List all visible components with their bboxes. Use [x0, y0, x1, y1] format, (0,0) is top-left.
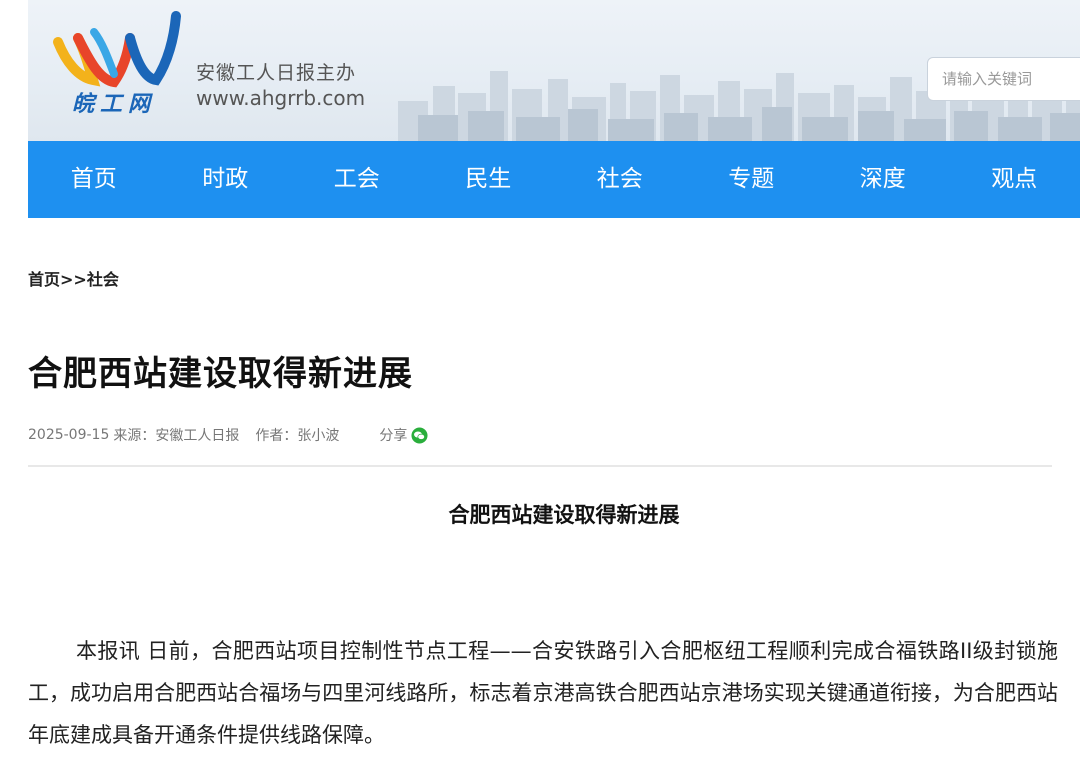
breadcrumb-home-link[interactable]: 首页 — [28, 270, 60, 289]
publish-date: 2025-09-15 — [28, 427, 110, 443]
main-nav: 首页 时政 工会 民生 社会 专题 深度 观点 — [28, 141, 1080, 218]
article-source: 来源：安徽工人日报 — [113, 428, 240, 444]
breadcrumb: 首页>>社会 — [28, 266, 119, 290]
nav-item-topics[interactable]: 专题 — [686, 141, 818, 218]
share-button[interactable]: 分享 — [379, 425, 428, 445]
nav-item-union[interactable]: 工会 — [291, 141, 423, 218]
search-input[interactable] — [927, 57, 1080, 101]
logo-wordmark: 皖工网 — [72, 91, 157, 117]
header-banner: 皖工网 安徽工人日报主办 www.ahgrrb.com — [28, 0, 1080, 141]
article-subtitle: 合肥西站建设取得新进展 — [448, 503, 680, 527]
article-meta: 2025-09-15 来源：安徽工人日报 作者：张小波 分享 — [28, 425, 428, 445]
article-title: 合肥西站建设取得新进展 — [28, 354, 413, 394]
page: 皖工网 安徽工人日报主办 www.ahgrrb.com 首页 时政 工会 民生 … — [0, 0, 1080, 784]
share-label: 分享 — [379, 428, 408, 444]
nav-item-politics[interactable]: 时政 — [160, 141, 292, 218]
nav-item-depth[interactable]: 深度 — [817, 141, 949, 218]
nav-item-opinion[interactable]: 观点 — [949, 141, 1080, 218]
breadcrumb-separator: >> — [60, 270, 87, 289]
sponsor-text: 安徽工人日报主办 — [196, 62, 357, 84]
article-paragraph: 本报讯 日前，合肥西站项目控制性节点工程——合安铁路引入合肥枢纽工程顺利完成合福… — [28, 639, 1058, 747]
wechat-icon[interactable] — [411, 426, 428, 444]
nav-item-home[interactable]: 首页 — [28, 141, 160, 218]
meta-divider — [28, 465, 1052, 467]
nav-item-livelihood[interactable]: 民生 — [423, 141, 555, 218]
nav-item-society[interactable]: 社会 — [554, 141, 686, 218]
site-domain: www.ahgrrb.com — [196, 86, 366, 110]
breadcrumb-society-link[interactable]: 社会 — [87, 270, 119, 289]
article-author: 作者：张小波 — [255, 428, 340, 444]
